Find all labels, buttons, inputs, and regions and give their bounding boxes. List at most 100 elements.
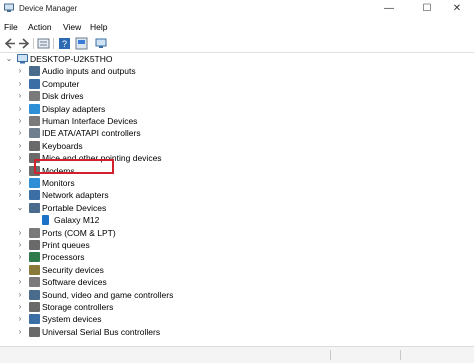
category-row[interactable]: › Monitors <box>0 177 474 189</box>
category-label: Ports (COM & LPT) <box>42 227 116 238</box>
category-row[interactable]: › Computer <box>0 78 474 90</box>
portable-device-icon <box>29 202 40 213</box>
update-driver-icon[interactable] <box>75 37 88 50</box>
category-row[interactable]: › Display adapters <box>0 103 474 115</box>
chevron-right-icon[interactable]: › <box>15 276 25 288</box>
device-tree: ⌄ DESKTOP-U2K5THO › Audio inputs and outp… <box>0 53 474 341</box>
menu-help[interactable]: Help <box>90 22 107 32</box>
security-icon <box>29 264 40 275</box>
device-manager-icon <box>4 3 14 12</box>
category-label: Network adapters <box>42 190 109 201</box>
computer-icon <box>29 78 40 89</box>
category-label: Computer <box>42 78 80 89</box>
chevron-right-icon[interactable]: › <box>15 326 25 338</box>
category-row[interactable]: › IDE ATA/ATAPI controllers <box>0 127 474 139</box>
computer-icon <box>17 54 28 64</box>
category-row[interactable]: ⌄ Portable Devices <box>0 202 474 214</box>
category-row[interactable]: › Security devices <box>0 264 474 276</box>
category-row[interactable]: › Network adapters <box>0 189 474 201</box>
close-button[interactable]: ✕ <box>440 0 474 18</box>
category-row[interactable]: › Universal Serial Bus controllers <box>0 326 474 338</box>
svg-text:?: ? <box>62 39 67 49</box>
category-label: Print queues <box>42 240 90 250</box>
computer-name: DESKTOP-U2K5THO <box>30 54 113 64</box>
chevron-right-icon[interactable]: › <box>15 289 25 301</box>
category-row[interactable]: › Sound, video and game controllers <box>0 289 474 301</box>
forward-arrow-icon[interactable] <box>18 37 31 50</box>
maximize-button[interactable]: ☐ <box>410 0 444 18</box>
category-row[interactable]: › Human Interface Devices <box>0 115 474 127</box>
toolbar-separator <box>53 38 54 49</box>
chevron-right-icon[interactable]: › <box>15 239 25 251</box>
window-title: Device Manager <box>19 4 78 13</box>
keyboard-icon <box>29 140 40 151</box>
usb-icon <box>29 326 40 337</box>
chevron-right-icon[interactable]: › <box>15 227 25 239</box>
chevron-right-icon[interactable]: › <box>15 251 25 263</box>
category-label: Monitors <box>42 178 75 188</box>
category-row[interactable]: › Print queues <box>0 239 474 251</box>
category-label: System devices <box>42 314 102 325</box>
menu-bar: File Action View Help <box>0 19 474 35</box>
chevron-right-icon[interactable]: › <box>15 90 25 102</box>
category-label: Software devices <box>42 277 107 288</box>
category-label: Human Interface Devices <box>42 116 138 126</box>
category-row[interactable]: › Ports (COM & LPT) <box>0 227 474 239</box>
chevron-right-icon[interactable]: › <box>15 264 25 276</box>
category-row[interactable]: › Processors <box>0 251 474 263</box>
highlight-box <box>34 159 114 174</box>
chevron-right-icon[interactable]: › <box>15 103 25 115</box>
category-label: Sound, video and game controllers <box>42 289 174 300</box>
monitor-icon <box>29 178 40 188</box>
back-arrow-icon[interactable] <box>3 37 16 50</box>
menu-action[interactable]: Action <box>28 22 52 32</box>
category-row[interactable]: › Keyboards <box>0 140 474 152</box>
category-label: Keyboards <box>42 140 83 151</box>
chevron-right-icon[interactable]: › <box>15 127 25 139</box>
menu-file[interactable]: File <box>4 22 18 32</box>
storage-controller-icon <box>29 302 40 312</box>
chevron-right-icon[interactable]: › <box>15 189 25 201</box>
chevron-right-icon[interactable]: › <box>15 177 25 189</box>
category-label: Display adapters <box>42 103 106 114</box>
properties-icon[interactable] <box>37 37 50 50</box>
hid-icon <box>29 116 40 126</box>
status-divider <box>400 350 401 360</box>
category-row[interactable]: › Software devices <box>0 276 474 288</box>
chevron-right-icon[interactable]: › <box>15 165 25 177</box>
speaker-icon <box>29 66 40 77</box>
status-bar <box>0 346 474 363</box>
sound-icon <box>29 289 40 300</box>
category-label: Portable Devices <box>42 202 107 213</box>
scan-hardware-icon[interactable] <box>95 37 108 50</box>
tree-root[interactable]: ⌄ DESKTOP-U2K5THO <box>0 53 474 65</box>
category-row[interactable]: › System devices <box>0 313 474 325</box>
phone-icon <box>42 215 49 226</box>
printer-icon <box>29 240 40 250</box>
category-label: IDE ATA/ATAPI controllers <box>42 128 141 139</box>
disk-drive-icon <box>29 91 40 102</box>
category-row[interactable]: › Audio inputs and outputs <box>0 65 474 77</box>
chevron-right-icon[interactable]: › <box>15 152 25 164</box>
processor-icon <box>29 252 40 263</box>
chevron-down-icon[interactable]: ⌄ <box>4 53 14 65</box>
network-adapter-icon <box>29 190 40 201</box>
help-icon[interactable]: ? <box>58 37 71 50</box>
chevron-down-icon[interactable]: ⌄ <box>15 202 25 214</box>
chevron-right-icon[interactable]: › <box>15 313 25 325</box>
category-row[interactable]: › Disk drives <box>0 90 474 102</box>
minimize-button[interactable]: — <box>372 0 406 18</box>
category-label: Security devices <box>42 264 104 275</box>
chevron-right-icon[interactable]: › <box>15 301 25 313</box>
menu-view[interactable]: View <box>63 22 81 32</box>
device-row-galaxy-m12[interactable]: Galaxy M12 <box>0 214 474 226</box>
port-icon <box>29 227 40 238</box>
chevron-right-icon[interactable]: › <box>15 115 25 127</box>
category-row[interactable]: › Storage controllers <box>0 301 474 313</box>
chevron-right-icon[interactable]: › <box>15 78 25 90</box>
chevron-right-icon[interactable]: › <box>15 140 25 152</box>
display-adapter-icon <box>29 103 40 114</box>
chevron-right-icon[interactable]: › <box>15 65 25 77</box>
toolbar: ? <box>0 35 474 53</box>
category-label: Processors <box>42 252 85 263</box>
